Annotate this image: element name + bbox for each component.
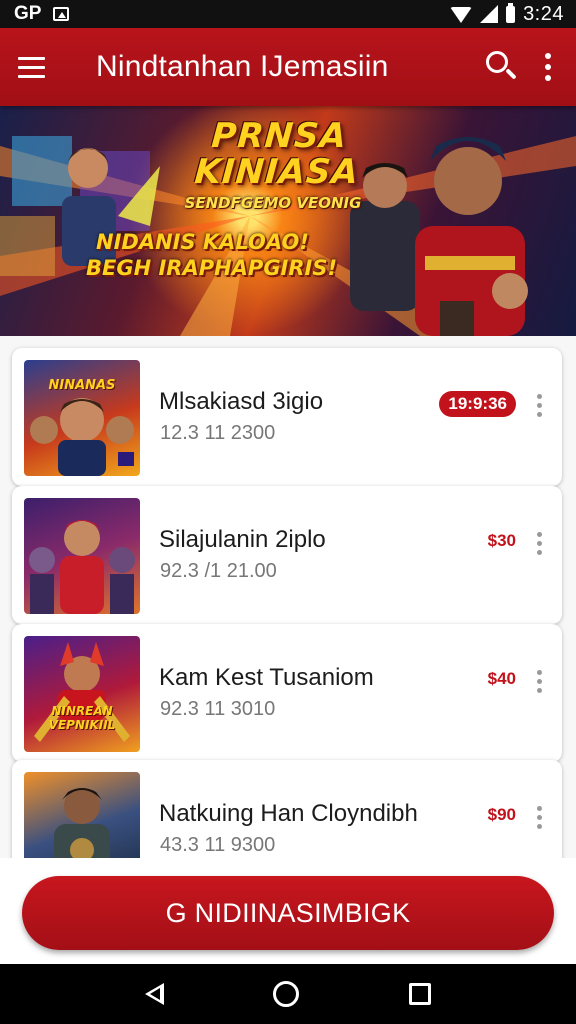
overflow-dot [545,75,551,81]
game-title: Kam Kest Tusaniom [159,664,374,691]
card-overflow-icon[interactable] [534,666,544,696]
menu-icon-line [18,56,45,60]
game-title: Mlsakiasd 3igio [159,388,324,415]
search-icon-handle [505,68,517,80]
overflow-menu-icon[interactable] [536,47,560,87]
thumbnail-art [29,520,135,614]
overflow-dot [536,411,542,417]
game-meta: 92.3 /1 21.00 [160,560,277,582]
game-meta: 43.3 11 9300 [160,834,276,856]
status-bar: GP 3:24 [0,0,576,28]
game-thumbnail: NINANAS [24,360,140,476]
overflow-dot [545,64,551,70]
thumbnail-caption: NINREAN VEPNIKIIL [48,704,116,732]
game-title: Silajulanin 2iplo [159,526,326,553]
status-right: 3:24 [450,2,564,26]
game-thumbnail [24,772,140,858]
overflow-dot [536,687,542,693]
overflow-dot [536,823,542,829]
overflow-dot [536,549,542,555]
banner-screen [12,136,72,206]
primary-cta-button[interactable]: G NIDIINASIMBIGK [22,876,554,950]
game-list[interactable]: NINANAS Mlsakiasd 3igio 12.3 11 2300 19:… [0,336,576,858]
game-meta: 12.3 11 2300 [160,422,276,444]
banner-subtitle: SENDFGEMO VEONIG [184,194,362,212]
price-badge: $30 [487,531,516,550]
game-title: Natkuing Han Cloyndibh [159,800,418,827]
game-card[interactable]: Silajulanin 2iplo 92.3 /1 21.00 $30 [12,486,562,624]
overflow-dot [536,402,542,408]
battery-icon [506,2,516,23]
menu-icon-line [18,74,45,78]
app-title: Nindtanhan IJemasiin [96,50,389,83]
app-bar: Nindtanhan IJemasiin [0,28,576,106]
overflow-dot [545,53,551,59]
price-badge: $40 [487,669,516,688]
back-icon[interactable] [144,983,164,1005]
menu-icon[interactable] [18,51,50,83]
overflow-dot [536,540,542,546]
thumbnail-caption: NINANAS [48,378,116,393]
home-icon[interactable] [273,981,300,1007]
thumbnail-art [34,642,130,742]
recents-icon[interactable] [409,983,432,1005]
overflow-dot [536,393,542,399]
card-overflow-icon[interactable] [534,528,544,558]
game-card[interactable]: Natkuing Han Cloyndibh 43.3 11 9300 $90 [12,760,562,858]
overflow-dot [536,669,542,675]
game-thumbnail: NINREAN VEPNIKIIL [24,636,140,752]
system-nav-bar [0,964,576,1024]
banner-screen [0,216,55,276]
card-overflow-icon[interactable] [534,802,544,832]
status-left: GP [14,3,70,25]
banner-title: PRNSA KINIASA [193,116,361,192]
banner-tagline-1: NIDANIS KALOAO! [96,230,309,254]
carrier-label: GP [14,3,42,24]
price-badge: 19:9:36 [439,391,516,417]
image-icon [53,7,70,21]
featured-banner[interactable]: PRNSA KINIASA SENDFGEMO VEONIG NIDANIS K… [0,106,576,336]
menu-icon-line [18,65,45,69]
overflow-dot [536,814,542,820]
banner-tagline-2: BEGH IRAPHAPGIRIS! [86,256,338,280]
price-badge: $90 [487,805,516,824]
game-meta: 92.3 11 3010 [160,698,276,720]
overflow-dot [536,678,542,684]
bottom-action-area: G NIDIINASIMBIGK [0,858,576,964]
wifi-icon [450,7,473,23]
game-card[interactable]: NINANAS Mlsakiasd 3igio 12.3 11 2300 19:… [12,348,562,486]
search-icon[interactable] [482,47,522,87]
signal-icon [480,5,499,23]
status-time: 3:24 [523,2,564,25]
overflow-dot [536,531,542,537]
overflow-dot [536,805,542,811]
card-overflow-icon[interactable] [534,390,544,420]
app-screen: GP 3:24 Nindtanhan IJemasiin PRNSA KINIA… [0,0,576,1024]
game-card[interactable]: NINREAN VEPNIKIIL Kam Kest Tusaniom 92.3… [12,624,562,762]
thumbnail-art [54,788,110,858]
game-thumbnail [24,498,140,614]
search-icon-lens [486,51,508,73]
